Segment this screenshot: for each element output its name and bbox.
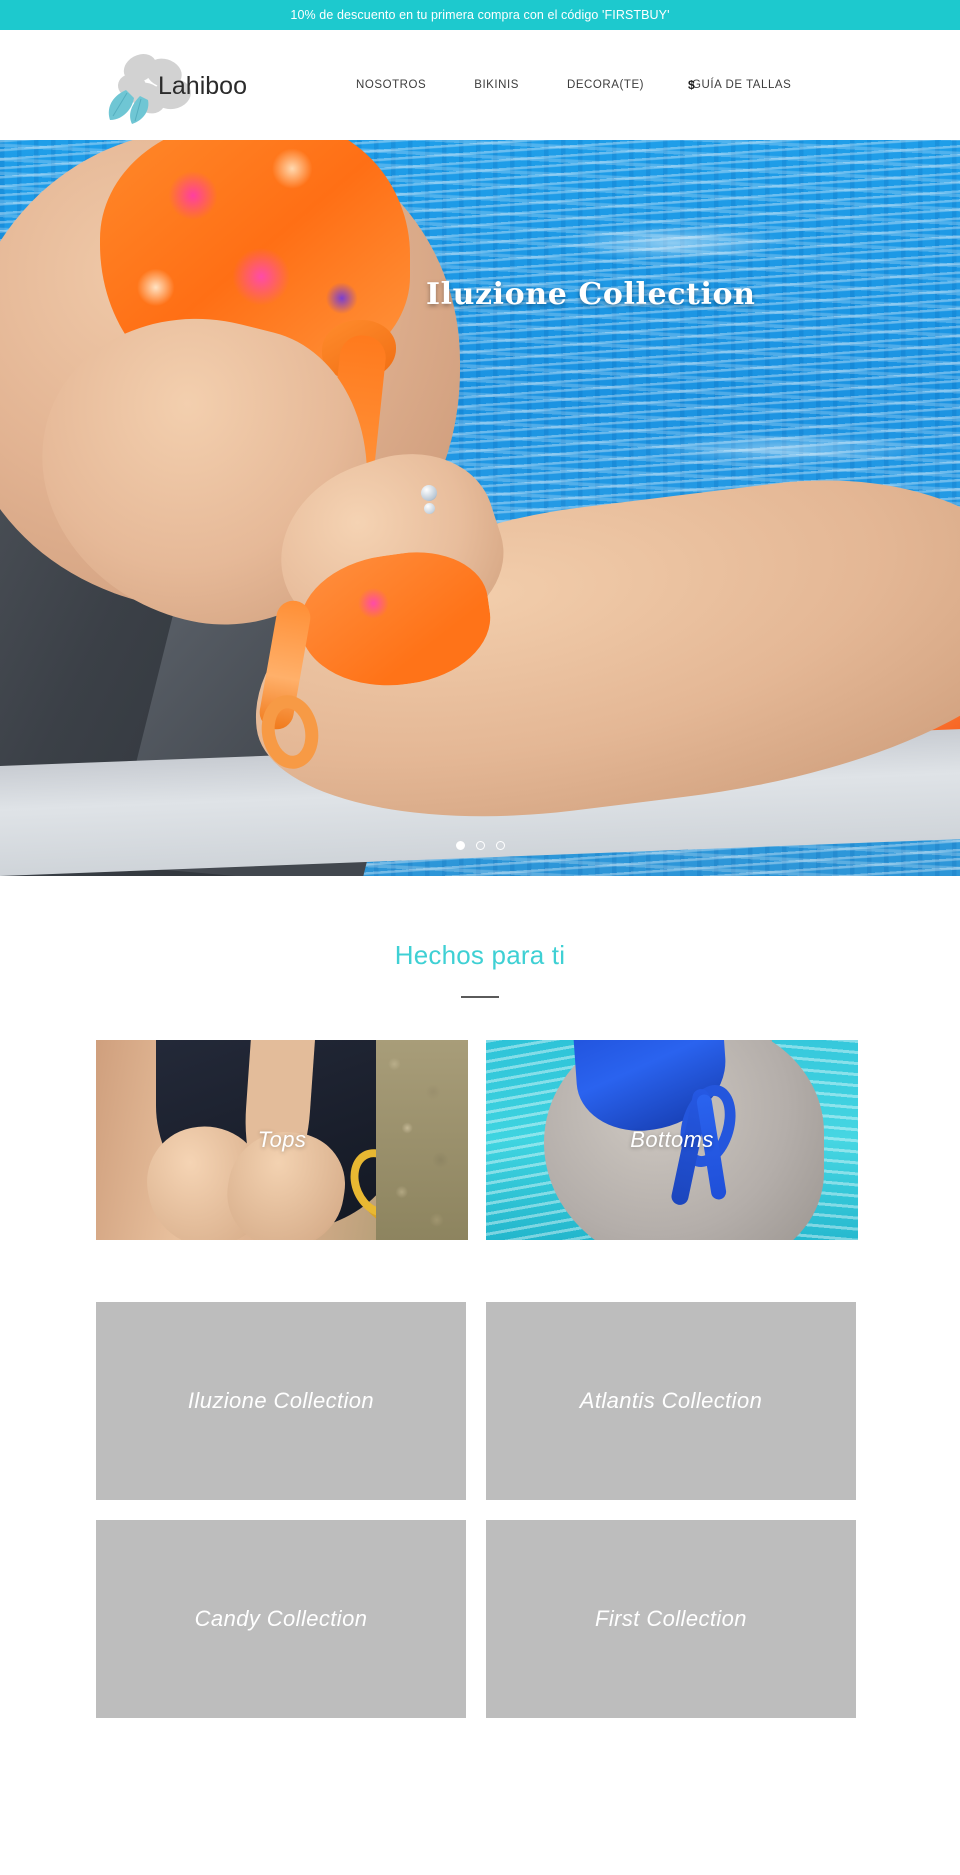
logo-hibiscus-icon: Lahiboo — [108, 54, 246, 124]
collection-card-atlantis[interactable]: Atlantis Collection — [486, 1302, 856, 1500]
nav-item-decorate[interactable]: DECORA(TE) — [543, 30, 668, 140]
collection-card-first[interactable]: First Collection — [486, 1520, 856, 1718]
main-navigation: NOSOTROS BIKINIS DECORA(TE) GUÍA DE TALL… — [332, 30, 815, 140]
site-logo[interactable]: Lahiboo — [96, 46, 246, 126]
currency-symbol: $ — [688, 78, 695, 92]
category-card-row: Tops Bottoms — [96, 1040, 864, 1240]
title-divider — [461, 996, 499, 998]
hero-dot-2[interactable] — [475, 841, 485, 850]
hero-dot-1[interactable] — [455, 841, 465, 850]
collection-card-row-2: Candy Collection First Collection — [96, 1520, 864, 1718]
hero-slideshow[interactable]: Iluzione Collection — [0, 140, 960, 876]
category-card-tops[interactable]: Tops — [96, 1040, 468, 1240]
collection-label-candy: Candy Collection — [194, 1606, 368, 1631]
collection-label-iluzione: Iluzione Collection — [187, 1388, 375, 1413]
collection-label-atlantis: Atlantis Collection — [579, 1388, 763, 1413]
hero-model-photo — [0, 140, 960, 876]
hero-dot-3[interactable] — [495, 841, 505, 850]
announcement-bar: 10% de descuento en tu primera compra co… — [0, 0, 960, 30]
collection-label-first: First Collection — [595, 1606, 747, 1631]
site-header: Lahiboo NOSOTROS BIKINIS DECORA(TE) GUÍA… — [0, 30, 960, 140]
featured-section: Hechos para ti Tops Bottoms Iluzione Col… — [0, 876, 960, 1718]
collection-card-iluzione[interactable]: Iluzione Collection — [96, 1302, 466, 1500]
category-label-tops: Tops — [257, 1127, 307, 1152]
currency-selector[interactable]: $ — [676, 30, 707, 140]
hero-slide-dots — [0, 841, 960, 850]
hero-slide-title: Iluzione Collection — [426, 277, 756, 312]
collection-card-candy[interactable]: Candy Collection — [96, 1520, 466, 1718]
featured-title: Hechos para ti — [394, 940, 566, 970]
featured-heading-block: Hechos para ti — [0, 876, 960, 998]
category-label-bottoms: Bottoms — [630, 1127, 714, 1152]
nav-item-bikinis[interactable]: BIKINIS — [450, 30, 543, 140]
logo-wordmark: Lahiboo — [158, 72, 246, 100]
nav-item-nosotros[interactable]: NOSOTROS — [332, 30, 450, 140]
category-card-bottoms[interactable]: Bottoms — [486, 1040, 858, 1240]
featured-grid-wrapper: Tops Bottoms Iluzione Collection Atlanti… — [0, 1040, 960, 1718]
collection-card-row-1: Iluzione Collection Atlantis Collection — [96, 1302, 864, 1500]
announcement-text: 10% de descuento en tu primera compra co… — [290, 8, 670, 22]
